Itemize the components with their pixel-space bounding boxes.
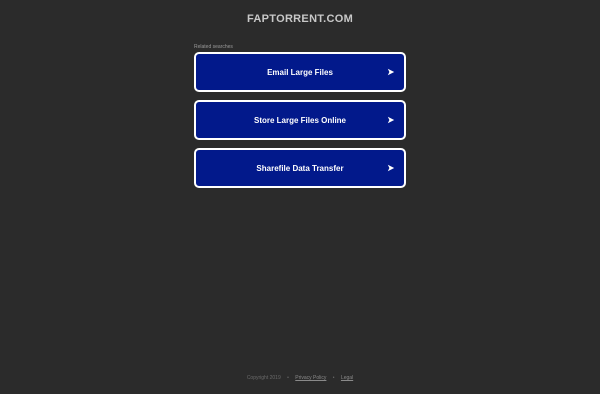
search-link-store-large-files-online[interactable]: Store Large Files Online [194, 100, 406, 140]
legal-link[interactable]: Legal [341, 375, 353, 381]
arrow-right-icon [387, 68, 395, 76]
search-link-label: Sharefile Data Transfer [256, 163, 344, 173]
search-link-label: Store Large Files Online [253, 115, 347, 125]
footer: Copyright 2019 • Privacy Policy • Legal [0, 375, 600, 381]
search-link-label: Email Large Files [267, 67, 333, 77]
parked-domain-page: FAPTORRENT.COM Related searches Email La… [0, 0, 600, 394]
copyright-text: Copyright 2019 [246, 375, 281, 381]
footer-separator: • [332, 375, 335, 381]
arrow-right-icon [387, 164, 395, 172]
related-searches-label: Related searches [194, 44, 233, 50]
search-link-email-large-files[interactable]: Email Large Files [194, 52, 406, 92]
privacy-policy-link[interactable]: Privacy Policy [295, 375, 326, 381]
search-link-sharefile-data-transfer[interactable]: Sharefile Data Transfer [194, 148, 406, 188]
arrow-right-icon [387, 116, 395, 124]
footer-separator: • [287, 375, 289, 381]
related-searches: Related searches Email Large Files Store… [194, 44, 406, 188]
domain-title: FAPTORRENT.COM [246, 13, 354, 25]
related-searches-list: Email Large Files Store Large Files Onli… [194, 52, 406, 188]
